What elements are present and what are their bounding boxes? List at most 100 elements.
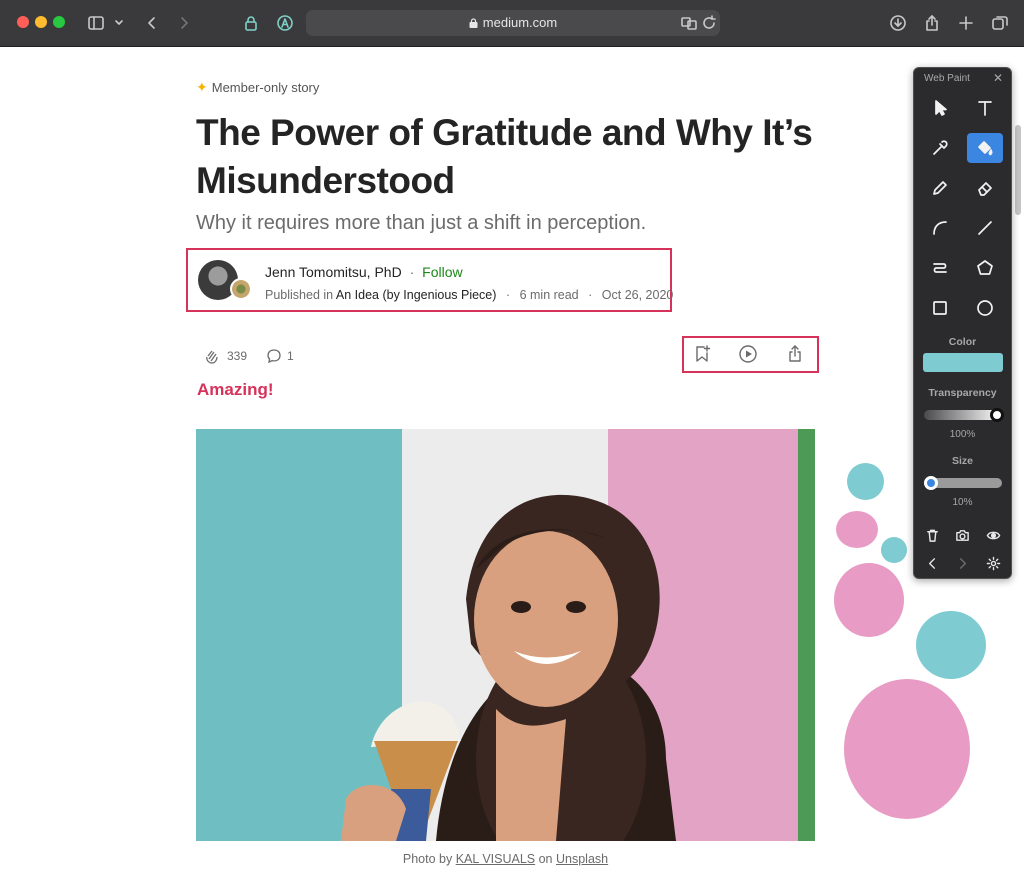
extension-a-icon[interactable]: [273, 11, 297, 35]
path-icon: [933, 263, 947, 273]
publication-line: Published in An Idea (by Ingenious Piece…: [265, 288, 673, 302]
publish-date: Oct 26, 2020: [601, 288, 674, 302]
text-tool-button[interactable]: [967, 93, 1003, 123]
eraser-icon: [978, 182, 992, 196]
painted-circle: [836, 511, 878, 548]
lock-icon: [469, 18, 478, 28]
paint-bucket-icon: [978, 141, 993, 156]
share-icon: [789, 345, 801, 362]
painted-circle: [844, 679, 970, 819]
select-tool-button[interactable]: [922, 93, 958, 123]
engagement-bar: 339 1: [203, 347, 294, 365]
play-icon: [739, 345, 757, 363]
follow-button[interactable]: Follow: [422, 264, 462, 280]
comment-icon: [267, 349, 281, 364]
fill-tool-button[interactable]: [967, 133, 1003, 163]
publication-link[interactable]: An Idea (by Ingenious Piece): [336, 288, 497, 302]
browser-toolbar: medium.com: [0, 0, 1024, 47]
minimize-window-button[interactable]: [35, 16, 47, 28]
line-icon: [978, 221, 992, 235]
trash-icon: [926, 529, 938, 542]
bookmark-icon: [696, 345, 711, 362]
bookmark-button[interactable]: [692, 344, 712, 364]
curve-tool-button[interactable]: [922, 213, 958, 243]
clap-count: 339: [227, 349, 248, 363]
ellipse-tool-button[interactable]: [967, 293, 1003, 323]
article-subtitle: Why it requires more than just a shift i…: [196, 212, 647, 234]
comment-button[interactable]: 1: [265, 347, 294, 365]
new-tab-icon[interactable]: [954, 11, 978, 35]
zoom-window-button[interactable]: [53, 16, 65, 28]
lock-extension-icon[interactable]: [239, 11, 263, 35]
settings-button[interactable]: [984, 554, 1002, 572]
redo-button[interactable]: [953, 554, 971, 572]
eyedropper-icon: [933, 140, 948, 155]
circle-icon: [977, 300, 993, 316]
address-bar[interactable]: medium.com: [306, 10, 720, 36]
rectangle-tool-button[interactable]: [922, 293, 958, 323]
photo-illustration: [196, 429, 815, 841]
curve-icon: [933, 221, 947, 235]
color-swatch[interactable]: [923, 353, 1003, 372]
downloads-icon[interactable]: [886, 11, 910, 35]
transparency-knob[interactable]: [990, 408, 1004, 422]
settings-icon: [986, 556, 1000, 570]
size-label: Size: [951, 455, 973, 467]
share-icon[interactable]: [920, 11, 944, 35]
size-knob[interactable]: [924, 476, 938, 490]
unsplash-link[interactable]: Unsplash: [556, 852, 608, 866]
caption-prefix: Photo by: [402, 852, 453, 866]
listen-button[interactable]: [738, 344, 758, 364]
author-highlight-box: [186, 248, 672, 312]
size-slider[interactable]: [924, 476, 1002, 490]
article-title: The Power of Gratitude and Why It’s Misu…: [196, 112, 813, 201]
photographer-link[interactable]: KAL VISUALS: [456, 852, 535, 866]
comment-count: 1: [287, 349, 294, 363]
photo-caption: Photo by KAL VISUALS on Unsplash: [196, 852, 815, 866]
clap-icon: [206, 350, 218, 364]
back-icon[interactable]: [140, 11, 164, 35]
sidebar-icon[interactable]: [84, 11, 108, 35]
star-icon: ✦: [196, 79, 208, 95]
transparency-value: 100%: [949, 429, 976, 440]
published-in-label: Published in: [265, 288, 334, 302]
pencil-icon: [933, 181, 947, 195]
scrollbar[interactable]: [1015, 125, 1021, 215]
member-only-text: Member-only story: [211, 80, 320, 95]
reload-icon[interactable]: [697, 11, 721, 35]
forward-icon[interactable]: [172, 11, 196, 35]
author-name[interactable]: Jenn Tomomitsu, PhD: [265, 264, 402, 280]
close-window-button[interactable]: [17, 16, 29, 28]
separator: ·: [409, 264, 415, 280]
toggle-visibility-button[interactable]: [984, 526, 1002, 544]
article-hero-photo: [196, 429, 815, 841]
undo-button[interactable]: [923, 554, 941, 572]
eraser-tool-button[interactable]: [967, 173, 1003, 203]
size-value: 10%: [952, 497, 973, 508]
clap-button[interactable]: 339: [203, 347, 247, 365]
author-line: Jenn Tomomitsu, PhD · Follow: [265, 264, 463, 280]
url-text: medium.com: [482, 15, 558, 30]
screenshot-button[interactable]: [953, 526, 971, 544]
share-story-button[interactable]: [785, 344, 805, 364]
camera-icon: [955, 529, 969, 541]
transparency-slider[interactable]: [924, 408, 1004, 422]
line-tool-button[interactable]: [967, 213, 1003, 243]
polygon-icon: [977, 260, 993, 275]
web-paint-panel: Web Paint ✕ Color Transparency 100% Size…: [913, 67, 1012, 579]
pencil-tool-button[interactable]: [922, 173, 958, 203]
tab-overview-icon[interactable]: [988, 11, 1012, 35]
web-paint-title: Web Paint: [924, 73, 970, 84]
close-icon[interactable]: ✕: [993, 71, 1003, 85]
text-icon: [978, 101, 992, 116]
separator: ·: [588, 288, 593, 302]
path-tool-button[interactable]: [922, 253, 958, 283]
eyedropper-tool-button[interactable]: [922, 133, 958, 163]
forward-icon: [959, 557, 966, 569]
chevron-down-icon[interactable]: [110, 11, 128, 35]
painted-circle: [881, 537, 907, 563]
polygon-tool-button[interactable]: [967, 253, 1003, 283]
clear-button[interactable]: [923, 526, 941, 544]
painted-circle: [916, 611, 986, 679]
publication-avatar[interactable]: [230, 278, 252, 300]
